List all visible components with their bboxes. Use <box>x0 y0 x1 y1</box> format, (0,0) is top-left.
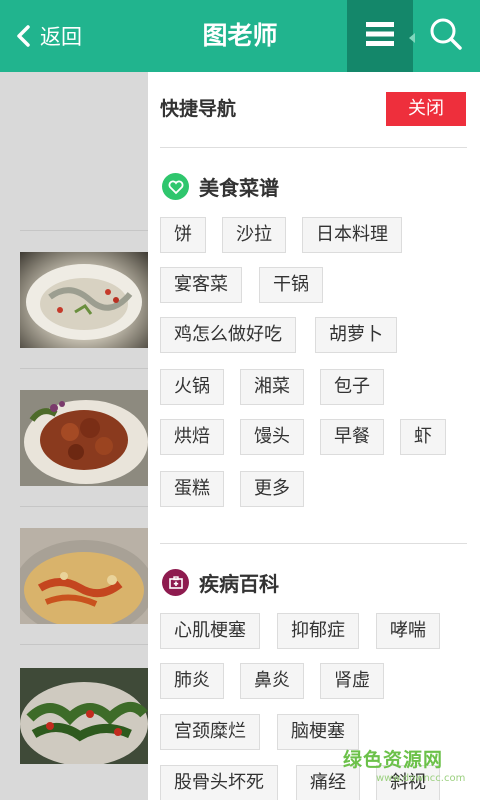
tag-item[interactable]: 更多 <box>240 471 304 507</box>
tag-group-food: 饼 沙拉 日本料理 宴客菜 干锅 鸡怎么做好吃 胡萝卜 火锅 湘菜 包子 烘焙 … <box>160 217 472 517</box>
tag-item[interactable]: 蛋糕 <box>160 471 224 507</box>
section-title-text: 疾病百科 <box>199 572 279 596</box>
list-divider <box>20 230 148 231</box>
tag-item[interactable]: 火锅 <box>160 369 224 405</box>
drawer-heading: 快捷导航 <box>160 98 237 120</box>
caret-left-icon <box>409 33 415 43</box>
tag-item[interactable]: 抑郁症 <box>277 613 359 649</box>
tag-item[interactable]: 宴客菜 <box>160 267 242 303</box>
back-button[interactable]: 返回 <box>10 18 82 54</box>
section-title-text: 美食菜谱 <box>199 176 279 200</box>
tag-item[interactable]: 沙拉 <box>222 217 286 253</box>
tag-item[interactable]: 哮喘 <box>376 613 440 649</box>
tag-item[interactable]: 饼 <box>160 217 206 253</box>
back-label: 返回 <box>40 25 82 49</box>
recipe-thumbnail[interactable] <box>20 252 148 348</box>
tag-item[interactable]: 胡萝卜 <box>315 317 397 353</box>
tag-item[interactable]: 宫颈糜烂 <box>160 714 260 750</box>
tag-item[interactable]: 包子 <box>320 369 384 405</box>
watermark: 绿色资源网 <box>343 749 444 771</box>
section-title-food: 美食菜谱 <box>162 172 279 201</box>
tag-item[interactable]: 心肌梗塞 <box>160 613 260 649</box>
tag-item[interactable]: 干锅 <box>259 267 323 303</box>
tag-item[interactable]: 股骨头坏死 <box>160 765 278 800</box>
menu-button[interactable] <box>347 0 413 72</box>
search-button[interactable] <box>420 10 472 62</box>
list-divider <box>20 506 148 507</box>
tag-item[interactable]: 鼻炎 <box>240 663 304 699</box>
page-title: 图老师 <box>202 21 278 50</box>
medical-kit-icon <box>162 569 189 596</box>
recipe-list-background <box>0 72 148 800</box>
tag-item[interactable]: 湘菜 <box>240 369 304 405</box>
heart-icon <box>162 173 189 200</box>
section-title-disease: 疾病百科 <box>162 568 279 597</box>
divider <box>160 147 467 148</box>
tag-item[interactable]: 馒头 <box>240 419 304 455</box>
search-icon <box>429 17 463 55</box>
close-button[interactable]: 关闭 <box>386 92 466 126</box>
tag-item[interactable]: 鸡怎么做好吃 <box>160 317 296 353</box>
quick-nav-drawer: 快捷导航 关闭 美食菜谱 饼 沙拉 日本料理 宴客菜 干锅 鸡怎么做好吃 胡萝卜… <box>148 72 480 800</box>
recipe-thumbnail[interactable] <box>20 528 148 624</box>
tag-item[interactable]: 肾虚 <box>320 663 384 699</box>
watermark-url: www.downcc.com <box>376 773 466 784</box>
recipe-thumbnail[interactable] <box>20 390 148 486</box>
list-divider <box>20 368 148 369</box>
chevron-left-icon <box>10 18 36 54</box>
tag-item[interactable]: 日本料理 <box>302 217 402 253</box>
app-header: 返回 图老师 <box>0 0 480 72</box>
tag-item[interactable]: 肺炎 <box>160 663 224 699</box>
tag-item[interactable]: 早餐 <box>320 419 384 455</box>
recipe-thumbnail[interactable] <box>20 668 148 764</box>
divider <box>160 543 467 544</box>
tag-item[interactable]: 烘焙 <box>160 419 224 455</box>
tag-item[interactable]: 虾 <box>400 419 446 455</box>
hamburger-menu-icon <box>366 20 394 52</box>
list-divider <box>20 644 148 645</box>
